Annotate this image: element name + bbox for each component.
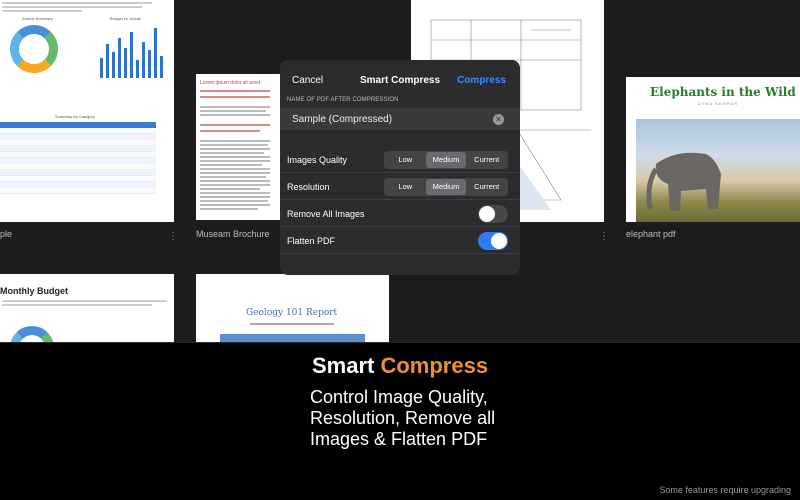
headline-smart: Smart [312,353,375,378]
flatten-pdf-toggle[interactable] [478,232,508,250]
images-quality-row: Images Quality Low Medium Current [280,146,520,173]
geology-title: Geology 101 Report [246,308,338,318]
clear-icon[interactable]: ✕ [493,114,504,125]
subtitle-line-1: Control Image Quality, [310,387,488,407]
toggle-knob [479,206,495,222]
resolution-low[interactable]: Low [385,179,426,195]
budget-chart-title-2: Budget vs. Actual [110,16,141,21]
drawing-more-icon[interactable]: ⋮ [599,232,609,242]
monthly-budget-thumbnail[interactable]: Monthly Budget [0,274,174,342]
museum-file-label: Museam Brochure [196,229,270,239]
budget-thumbnail[interactable]: Annual Summary Budget vs. Actual Summary… [0,0,174,222]
remove-images-row: Remove All Images [280,200,520,227]
images-quality-medium[interactable]: Medium [425,152,467,168]
resolution-current[interactable]: Current [466,179,507,195]
subtitle-line-2: Resolution, Remove all [310,408,496,428]
filename-value[interactable]: Sample (Compressed) [292,114,392,125]
budget-chart-title: Annual Summary [22,16,53,21]
elephant-title: Elephants in the Wild [650,85,796,99]
promo-panel: Smart Compress Control Image Quality, Re… [0,342,800,500]
smart-compress-dialog: Cancel Smart Compress Compress NAME OF P… [280,60,520,275]
images-quality-segmented-control[interactable]: Low Medium Current [384,151,508,169]
resolution-label: Resolution [287,182,330,192]
elephant-file-label: elephant pdf [626,229,676,239]
document-grid: Annual Summary Budget vs. Actual Summary… [0,0,800,342]
budget-table-title: Summary by Category [55,114,95,119]
museum-heading: Lorem ipsum dolor sit amet [200,80,261,86]
budget-file-label: ple [0,229,13,239]
elephant-photo [636,119,800,222]
flatten-pdf-label: Flatten PDF [287,236,336,246]
resolution-segmented-control[interactable]: Low Medium Current [384,178,508,196]
budget-donut-chart [10,25,58,73]
upgrade-footnote: Some features require upgrading [659,485,791,495]
remove-images-toggle[interactable] [478,205,508,223]
images-quality-low[interactable]: Low [385,152,426,168]
remove-images-label: Remove All Images [287,209,365,219]
promo-subtitle: Control Image Quality, Resolution, Remov… [310,387,530,450]
resolution-row: Resolution Low Medium Current [280,173,520,200]
budget-more-icon[interactable]: ⋮ [168,232,178,242]
toggle-knob [491,233,507,249]
budget-bar-chart [100,26,163,78]
elephant-author: DYNA SEMPER [698,101,738,106]
flatten-pdf-row: Flatten PDF [280,227,520,254]
promo-headline: Smart Compress [312,353,488,379]
filename-field[interactable]: Sample (Compressed) ✕ [280,108,520,130]
elephant-thumbnail[interactable]: Elephants in the Wild DYNA SEMPER [626,77,800,222]
headline-compress: Compress [380,353,489,378]
subtitle-line-3: Images & Flatten PDF [310,429,488,449]
images-quality-label: Images Quality [287,155,348,165]
resolution-medium[interactable]: Medium [425,179,467,195]
images-quality-current[interactable]: Current [466,152,507,168]
monthly-budget-title: Monthly Budget [0,286,68,296]
dialog-header: Cancel Smart Compress Compress [280,60,520,98]
compress-button[interactable]: Compress [457,75,506,86]
geology-thumbnail[interactable]: Geology 101 Report [196,274,389,342]
filename-caption: NAME OF PDF AFTER COMPRESSION [287,97,399,103]
